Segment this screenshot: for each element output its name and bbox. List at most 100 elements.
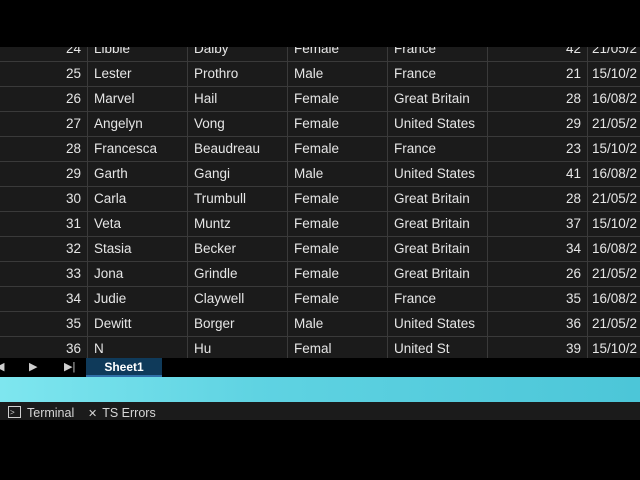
table-row[interactable]: 27 Angelyn Vong Female United States 29 21/05/… bbox=[0, 112, 640, 137]
cell-first-name[interactable]: Libbie bbox=[88, 47, 188, 61]
cell-id[interactable]: 35 bbox=[0, 312, 88, 336]
cell-gender[interactable]: Male bbox=[288, 162, 388, 186]
cell-age[interactable]: 35 bbox=[488, 287, 588, 311]
cell-first-name[interactable]: N bbox=[88, 337, 188, 358]
cell-last-name[interactable]: Hail bbox=[188, 87, 288, 111]
cell-date[interactable]: 21/05/2 bbox=[588, 112, 640, 136]
cell-last-name[interactable]: Hu bbox=[188, 337, 288, 358]
cell-last-name[interactable]: Prothro bbox=[188, 62, 288, 86]
cell-country[interactable]: France bbox=[388, 47, 488, 61]
cell-last-name[interactable]: Claywell bbox=[188, 287, 288, 311]
cell-age[interactable]: 26 bbox=[488, 262, 588, 286]
cell-age[interactable]: 29 bbox=[488, 112, 588, 136]
cell-date[interactable]: 16/08/2 bbox=[588, 237, 640, 261]
cell-last-name[interactable]: Grindle bbox=[188, 262, 288, 286]
cell-first-name[interactable]: Marvel bbox=[88, 87, 188, 111]
cell-country[interactable]: Great Britain bbox=[388, 262, 488, 286]
spreadsheet-grid[interactable]: 24 Libbie Dalby Female France 42 21/05/2 25 Lest… bbox=[0, 47, 640, 358]
table-row[interactable]: 28 Francesca Beaudreau Female France 23 15/10/… bbox=[0, 137, 640, 162]
cell-date[interactable]: 16/08/2 bbox=[588, 162, 640, 186]
cell-gender[interactable]: Female bbox=[288, 262, 388, 286]
table-row[interactable]: 25 Lester Prothro Male France 21 15/10/2 bbox=[0, 62, 640, 87]
cell-age[interactable]: 41 bbox=[488, 162, 588, 186]
cell-first-name[interactable]: Jona bbox=[88, 262, 188, 286]
table-row[interactable]: 33 Jona Grindle Female Great Britain 26 21/05/… bbox=[0, 262, 640, 287]
cell-first-name[interactable]: Garth bbox=[88, 162, 188, 186]
cell-age[interactable]: 23 bbox=[488, 137, 588, 161]
cell-age[interactable]: 37 bbox=[488, 212, 588, 236]
cell-id[interactable]: 27 bbox=[0, 112, 88, 136]
cell-date[interactable]: 15/10/2 bbox=[588, 337, 640, 358]
cell-date[interactable]: 16/08/2 bbox=[588, 287, 640, 311]
cell-id[interactable]: 25 bbox=[0, 62, 88, 86]
cell-gender[interactable]: Femal bbox=[288, 337, 388, 358]
table-row[interactable]: 26 Marvel Hail Female Great Britain 28 16/08/2 bbox=[0, 87, 640, 112]
cell-last-name[interactable]: Muntz bbox=[188, 212, 288, 236]
cell-country[interactable]: Great Britain bbox=[388, 212, 488, 236]
cell-gender[interactable]: Male bbox=[288, 312, 388, 336]
cell-age[interactable]: 28 bbox=[488, 87, 588, 111]
skip-to-last-icon[interactable]: ▶| bbox=[64, 358, 75, 377]
cell-date[interactable]: 21/05/2 bbox=[588, 47, 640, 61]
cell-last-name[interactable]: Gangi bbox=[188, 162, 288, 186]
cell-gender[interactable]: Female bbox=[288, 87, 388, 111]
cell-id[interactable]: 33 bbox=[0, 262, 88, 286]
cell-gender[interactable]: Female bbox=[288, 212, 388, 236]
cell-gender[interactable]: Female bbox=[288, 287, 388, 311]
cell-last-name[interactable]: Dalby bbox=[188, 47, 288, 61]
cell-id[interactable]: 31 bbox=[0, 212, 88, 236]
cell-country[interactable]: France bbox=[388, 287, 488, 311]
cell-country[interactable]: France bbox=[388, 137, 488, 161]
cell-id[interactable]: 30 bbox=[0, 187, 88, 211]
cell-last-name[interactable]: Beaudreau bbox=[188, 137, 288, 161]
cell-id[interactable]: 36 bbox=[0, 337, 88, 358]
cell-date[interactable]: 15/10/2 bbox=[588, 137, 640, 161]
cell-country[interactable]: Great Britain bbox=[388, 187, 488, 211]
triangle-left-icon[interactable]: ◀ bbox=[0, 358, 4, 377]
table-row[interactable]: 34 Judie Claywell Female France 35 16/08/2 bbox=[0, 287, 640, 312]
cell-id[interactable]: 34 bbox=[0, 287, 88, 311]
table-row[interactable]: 32 Stasia Becker Female Great Britain 34 16/08… bbox=[0, 237, 640, 262]
cell-country[interactable]: United States bbox=[388, 312, 488, 336]
cell-date[interactable]: 15/10/2 bbox=[588, 62, 640, 86]
cell-id[interactable]: 32 bbox=[0, 237, 88, 261]
table-row[interactable]: 24 Libbie Dalby Female France 42 21/05/2 bbox=[0, 47, 640, 62]
cell-age[interactable]: 34 bbox=[488, 237, 588, 261]
cell-gender[interactable]: Male bbox=[288, 62, 388, 86]
cell-date[interactable]: 21/05/2 bbox=[588, 187, 640, 211]
table-row[interactable]: 35 Dewitt Borger Male United States 36 21/05/2 bbox=[0, 312, 640, 337]
cell-gender[interactable]: Female bbox=[288, 187, 388, 211]
cell-first-name[interactable]: Carla bbox=[88, 187, 188, 211]
cell-gender[interactable]: Female bbox=[288, 237, 388, 261]
cell-gender[interactable]: Female bbox=[288, 137, 388, 161]
cell-first-name[interactable]: Veta bbox=[88, 212, 188, 236]
cell-last-name[interactable]: Becker bbox=[188, 237, 288, 261]
cell-id[interactable]: 29 bbox=[0, 162, 88, 186]
cell-age[interactable]: 42 bbox=[488, 47, 588, 61]
cell-age[interactable]: 28 bbox=[488, 187, 588, 211]
table-row[interactable]: 36 N Hu Femal United St 39 15/10/2 bbox=[0, 337, 640, 358]
table-row[interactable]: 29 Garth Gangi Male United States 41 16/08/2 bbox=[0, 162, 640, 187]
cell-country[interactable]: United States bbox=[388, 162, 488, 186]
cell-country[interactable]: United States bbox=[388, 112, 488, 136]
table-row[interactable]: 30 Carla Trumbull Female Great Britain 28 21/0… bbox=[0, 187, 640, 212]
cell-gender[interactable]: Female bbox=[288, 47, 388, 61]
cell-id[interactable]: 24 bbox=[0, 47, 88, 61]
cell-country[interactable]: Great Britain bbox=[388, 237, 488, 261]
cell-first-name[interactable]: Stasia bbox=[88, 237, 188, 261]
cell-last-name[interactable]: Vong bbox=[188, 112, 288, 136]
cell-first-name[interactable]: Angelyn bbox=[88, 112, 188, 136]
cell-first-name[interactable]: Dewitt bbox=[88, 312, 188, 336]
cell-id[interactable]: 26 bbox=[0, 87, 88, 111]
cell-id[interactable]: 28 bbox=[0, 137, 88, 161]
tab-sheet1[interactable]: Sheet1 bbox=[86, 358, 162, 377]
cell-country[interactable]: France bbox=[388, 62, 488, 86]
cell-date[interactable]: 21/05/2 bbox=[588, 312, 640, 336]
cell-date[interactable]: 21/05/2 bbox=[588, 262, 640, 286]
cell-age[interactable]: 39 bbox=[488, 337, 588, 358]
cell-last-name[interactable]: Trumbull bbox=[188, 187, 288, 211]
cell-age[interactable]: 36 bbox=[488, 312, 588, 336]
cell-first-name[interactable]: Francesca bbox=[88, 137, 188, 161]
cell-country[interactable]: Great Britain bbox=[388, 87, 488, 111]
cell-last-name[interactable]: Borger bbox=[188, 312, 288, 336]
